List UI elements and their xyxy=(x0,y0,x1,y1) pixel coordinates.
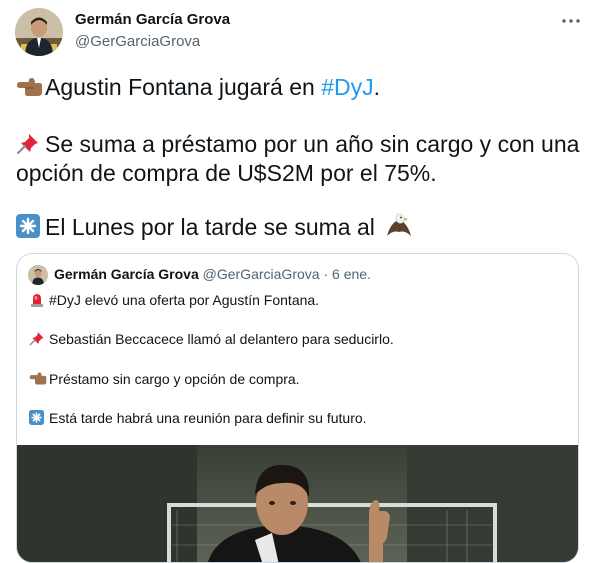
tweet-line-3: opción de compra de U$S2M por el 75%. xyxy=(16,160,437,186)
eight-spoked-asterisk-icon xyxy=(16,214,43,238)
quoted-author-name: Germán García Grova xyxy=(54,266,199,282)
quoted-line-2-text: Sebastián Beccacece llamó al delantero p… xyxy=(49,331,394,347)
author-name[interactable]: Germán García Grova xyxy=(75,11,230,28)
backhand-index-pointing-left-icon xyxy=(29,371,47,386)
author-avatar[interactable] xyxy=(15,8,63,56)
quoted-author-handle: @GerGarciaGrova xyxy=(202,266,320,282)
quoted-line-1: #DyJ elevó una oferta por Agustín Fontan… xyxy=(29,291,319,309)
tweet-line-1: Agustin Fontana jugará en #DyJ. xyxy=(16,73,380,101)
eight-spoked-asterisk-icon xyxy=(29,410,47,425)
quoted-date: 6 ene. xyxy=(332,266,371,282)
quoted-header: Germán García Grova @GerGarciaGrova · 6 … xyxy=(54,266,371,282)
tweet: Germán García Grova @GerGarciaGrova Agus… xyxy=(0,0,595,563)
quoted-line-4: Está tarde habrá una reunión para defini… xyxy=(29,409,367,427)
quoted-line-3: Préstamo sin cargo y opción de compra. xyxy=(29,370,300,388)
police-car-light-icon xyxy=(29,292,47,307)
quoted-line-3-text: Préstamo sin cargo y opción de compra. xyxy=(49,371,300,387)
tweet-line-4: El Lunes por la tarde se suma al xyxy=(16,212,414,241)
backhand-index-pointing-left-icon xyxy=(16,76,43,100)
tweet-line-1-end: . xyxy=(373,74,380,100)
hashtag-dyj[interactable]: #DyJ xyxy=(321,74,373,100)
quoted-line-2: Sebastián Beccacece llamó al delantero p… xyxy=(29,330,394,348)
tweet-line-2-text: Se suma a préstamo por un año sin cargo … xyxy=(45,131,580,157)
quoted-line-1-text: #DyJ elevó una oferta por Agustín Fontan… xyxy=(49,292,320,308)
more-horizontal-icon[interactable] xyxy=(560,10,582,32)
quoted-separator: · xyxy=(323,266,329,282)
quoted-tweet[interactable]: Germán García Grova @GerGarciaGrova · 6 … xyxy=(16,253,579,563)
quoted-author-avatar xyxy=(28,265,48,285)
pushpin-icon xyxy=(29,330,47,346)
tweet-line-2: Se suma a préstamo por un año sin cargo … xyxy=(16,130,579,158)
tweet-line-4-text: El Lunes por la tarde se suma al xyxy=(45,214,375,240)
author-handle[interactable]: @GerGarciaGrova xyxy=(75,33,200,50)
quoted-media-photo[interactable] xyxy=(17,445,578,562)
eagle-icon xyxy=(385,212,412,236)
quoted-line-4-text: Está tarde habrá una reunión para defini… xyxy=(49,410,367,426)
pushpin-icon xyxy=(16,131,43,155)
tweet-line-1-text: Agustin Fontana jugará en xyxy=(45,74,322,100)
